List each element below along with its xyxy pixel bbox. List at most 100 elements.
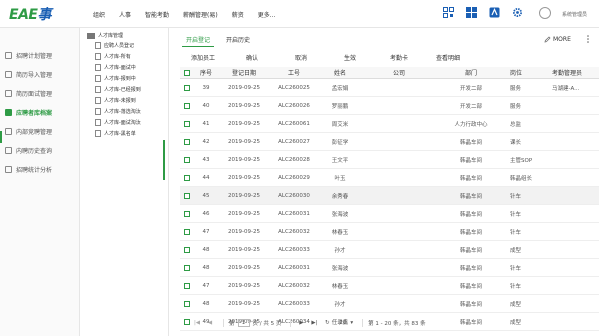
tree-node[interactable]: 人才库-黑名单 [95, 130, 136, 137]
sidebar-item-resume-import[interactable]: 简历导入管理 [5, 70, 52, 79]
col-header-id[interactable]: 工号 [270, 68, 318, 77]
view-detail-button[interactable]: 查看明细 [425, 51, 471, 64]
col-header-position[interactable]: 岗位 [506, 68, 548, 77]
sidebar-item-interview[interactable]: 简历面试管理 [5, 89, 52, 98]
row-checkbox[interactable] [184, 156, 190, 163]
row-checkbox[interactable] [184, 102, 190, 109]
confirm-button[interactable]: 确认 [229, 51, 275, 64]
nav-item-hr[interactable]: 人事 [119, 10, 131, 19]
next-page-button[interactable]: ▶ [296, 320, 306, 326]
row-checkbox[interactable] [184, 228, 190, 235]
row-checkbox[interactable] [184, 120, 190, 127]
sidebar-item-stats[interactable]: 招聘统计分析 [5, 165, 52, 174]
tree-node[interactable]: 人才库-未报到 [95, 97, 136, 104]
row-select-cell [180, 120, 194, 127]
last-page-button[interactable]: ▶| [309, 320, 319, 326]
col-header-seq[interactable]: 序号 [194, 68, 218, 77]
tree-node[interactable]: 人才库-报到中 [95, 75, 136, 82]
table-row[interactable]: 48 2019-09-25 ALC260033 孙才 韩晶车间 成型 [180, 241, 599, 259]
select-all-checkbox[interactable] [184, 69, 190, 76]
tab-open-history[interactable]: 开启历史 [222, 33, 254, 47]
page-size-select[interactable]: 20 [339, 320, 346, 326]
table-row[interactable]: 40 2019-09-25 ALC260026 罗丽鹏 开发二部 服务 [180, 97, 599, 115]
row-checkbox[interactable] [184, 318, 190, 325]
row-checkbox[interactable] [184, 192, 190, 199]
sidebar-item-recruit-plan[interactable]: 招聘计划管理 [5, 51, 52, 60]
cell-name: 周艾米 [331, 121, 349, 128]
chevron-down-icon[interactable]: ▾ [350, 320, 353, 326]
page-prefix: 第 [229, 321, 235, 327]
table-row[interactable]: 39 2019-09-25 ALC260025 孟宏娟 开发二部 服务 马湖建-A... [180, 79, 599, 97]
cell-seq: 47 [202, 228, 210, 235]
cell-position: 主管SOP [510, 157, 533, 164]
tree-scrollbar[interactable] [163, 140, 165, 180]
row-select-cell [180, 156, 194, 163]
cell-name: 孟宏娟 [331, 85, 349, 92]
tree-node[interactable]: 人才库-所有 [95, 53, 131, 60]
windows-icon[interactable] [466, 7, 477, 18]
refresh-icon[interactable]: ↻ [322, 320, 332, 326]
table-row[interactable]: 47 2019-09-25 ALC260032 林春玉 韩晶车间 针车 [180, 223, 599, 241]
nav-item-attendance[interactable]: 智能考勤 [145, 10, 169, 19]
row-checkbox[interactable] [184, 84, 190, 91]
table-row[interactable]: 44 2019-09-25 ALC260029 叶玉 韩晶车间 韩晶组长 [180, 169, 599, 187]
table-row[interactable]: 48 2019-09-25 ALC260033 孙才 韩晶车间 成型 [180, 295, 599, 313]
activate-button[interactable]: 生效 [327, 51, 373, 64]
cell-seq: 44 [202, 174, 210, 181]
app-icon[interactable] [489, 7, 500, 18]
row-checkbox[interactable] [184, 138, 190, 145]
cancel-button[interactable]: 取消 [278, 51, 324, 64]
more-vert-icon[interactable] [585, 35, 591, 43]
first-page-button[interactable]: |◀ [192, 320, 202, 326]
tab-open-register[interactable]: 开启登记 [182, 33, 215, 47]
row-checkbox[interactable] [184, 246, 190, 253]
gear-icon[interactable] [512, 7, 523, 18]
col-header-attendance-admin[interactable]: 考勤管理员 [548, 68, 599, 77]
cell-date: 2019-09-25 [228, 120, 260, 127]
table-row[interactable]: 47 2019-09-25 ALC260032 林春玉 韩晶车间 针车 [180, 277, 599, 295]
sidebar-item-applicant-archive[interactable]: 应聘者库档案 [5, 108, 52, 117]
row-checkbox[interactable] [184, 210, 190, 217]
tree-node[interactable]: 人才库-已经报到 [95, 86, 141, 93]
table-row[interactable]: 45 2019-09-25 ALC260030 余秀春 韩晶车间 针车 [180, 187, 599, 205]
add-employee-button[interactable]: 添加员工 [180, 51, 226, 64]
cell-date: 2019-09-25 [228, 138, 260, 145]
col-header-name[interactable]: 姓名 [318, 68, 362, 77]
table-row[interactable]: 46 2019-09-25 ALC260031 张海波 韩晶车间 针车 [180, 205, 599, 223]
col-header-company[interactable]: 公司 [362, 68, 436, 77]
nav-item-org[interactable]: 组织 [93, 10, 105, 19]
tree-node[interactable]: 人才库-面试淘汰 [95, 119, 141, 126]
col-header-date[interactable]: 登记日期 [218, 68, 270, 77]
cell-date: 2019-09-25 [228, 246, 260, 253]
attendance-card-button[interactable]: 考勤卡 [376, 51, 422, 64]
tree-root[interactable]: 人才库管理 [87, 32, 123, 39]
row-checkbox[interactable] [184, 174, 190, 181]
sidebar-item-internal-compete[interactable]: 内部竞聘管理 [5, 127, 52, 136]
sidebar-item-internal-history[interactable]: 内聘历史查询 [5, 146, 52, 155]
more-button[interactable]: MORE [553, 36, 571, 43]
table-row[interactable]: 41 2019-09-25 ALC260061 周艾米 人力行政中心 总监 [180, 115, 599, 133]
qr-icon[interactable] [443, 7, 454, 18]
row-checkbox[interactable] [184, 300, 190, 307]
app-logo[interactable]: EAE事 [9, 4, 51, 24]
nav-item-salary[interactable]: 薪资 [232, 10, 244, 19]
user-name[interactable]: 系统管理员 [562, 11, 587, 18]
table-row[interactable]: 42 2019-09-25 ALC260027 彭征学 韩晶车间 课长 [180, 133, 599, 151]
tree-node-label: 人才库-面试中 [104, 65, 136, 71]
col-header-dept[interactable]: 部门 [436, 68, 506, 77]
tree-node[interactable]: 应聘人员登记 [95, 42, 134, 49]
table-row[interactable]: 48 2019-09-25 ALC260031 张海波 韩晶车间 针车 [180, 259, 599, 277]
row-checkbox[interactable] [184, 282, 190, 289]
prev-page-button[interactable]: ◀ [205, 320, 215, 326]
cell-position: 韩晶组长 [510, 175, 533, 182]
edit-icon[interactable] [544, 36, 551, 43]
nav-item-more[interactable]: 更多... [258, 10, 276, 19]
table-row[interactable]: 43 2019-09-25 ALC260028 王文平 韩晶车间 主管SOP [180, 151, 599, 169]
tree-node[interactable]: 人才库-落选淘汰 [95, 108, 141, 115]
page-input[interactable]: 1 [237, 319, 250, 327]
row-select-cell [180, 102, 194, 109]
nav-item-payroll[interactable]: 薪酬管理(易) [183, 10, 218, 19]
user-avatar[interactable] [539, 7, 551, 19]
tree-node[interactable]: 人才库-面试中 [95, 64, 136, 71]
row-checkbox[interactable] [184, 264, 190, 271]
